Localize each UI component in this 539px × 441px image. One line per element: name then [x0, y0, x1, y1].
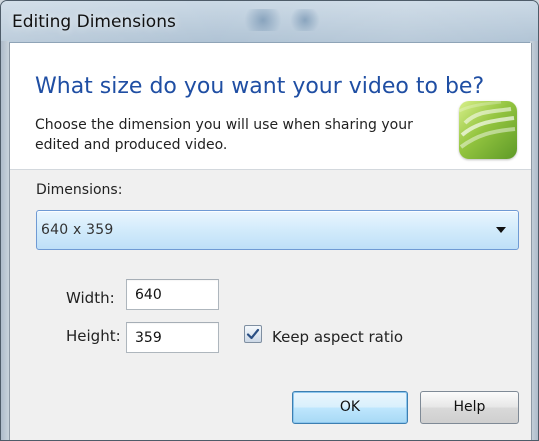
chevron-down-icon: [496, 227, 506, 233]
page-title: What size do you want your video to be?: [35, 74, 485, 99]
dimensions-dropdown[interactable]: 640 x 359: [36, 210, 519, 250]
header-panel: What size do you want your video to be? …: [10, 43, 531, 170]
keep-aspect-ratio-checkbox[interactable]: [244, 325, 262, 343]
checkmark-icon: [246, 328, 260, 340]
width-label: Width:: [66, 289, 115, 307]
window-frame-left: [1, 41, 9, 440]
titlebar-decoration: [239, 9, 287, 31]
height-label: Height:: [66, 327, 121, 345]
height-field[interactable]: [126, 322, 219, 353]
camtasia-logo-icon: [459, 101, 517, 159]
titlebar: Editing Dimensions: [1, 1, 538, 43]
window-title: Editing Dimensions: [12, 12, 176, 32]
page-description: Choose the dimension you will use when s…: [35, 117, 413, 153]
titlebar-decoration: [287, 9, 323, 31]
ok-button[interactable]: OK: [292, 391, 408, 424]
width-field[interactable]: [126, 279, 219, 310]
editing-dimensions-dialog: Editing Dimensions What size do you want…: [0, 0, 539, 441]
help-button[interactable]: Help: [420, 391, 519, 424]
keep-aspect-ratio-label[interactable]: Keep aspect ratio: [272, 328, 403, 346]
dialog-content: What size do you want your video to be? …: [9, 43, 532, 440]
dimensions-selected-value: 640 x 359: [41, 222, 114, 238]
dimensions-label: Dimensions:: [36, 182, 123, 198]
